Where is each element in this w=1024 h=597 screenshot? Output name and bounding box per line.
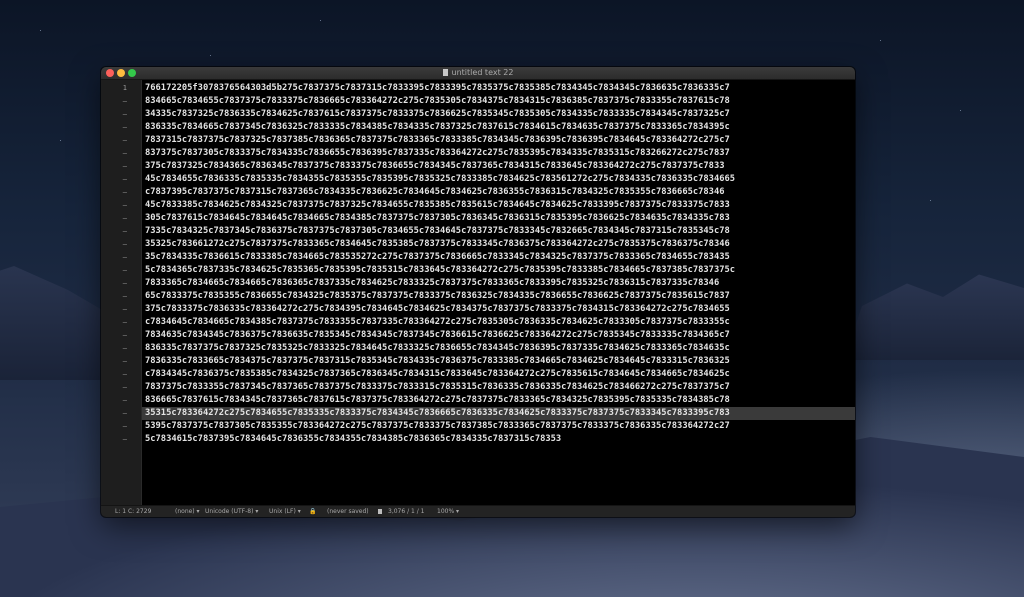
wrap-marker: – xyxy=(122,383,127,391)
editor-line[interactable]: 35c7834335c7836615c7833385c7834665c78353… xyxy=(145,251,735,264)
title-bar[interactable]: untitled text 22 xyxy=(101,67,855,80)
wrap-marker: – xyxy=(122,422,127,430)
line-number: 1 xyxy=(122,84,127,92)
wrap-marker: – xyxy=(122,318,127,326)
wrap-marker: – xyxy=(122,240,127,248)
line-number-gutter: 1 – – – – – – – – – – – – – – – – – – – – – – – – – – – xyxy=(101,80,142,505)
editor-line[interactable]: 837375c7837305c7833375c7834335c7836655c7… xyxy=(145,147,735,160)
editor-line[interactable]: c7834345c7836375c7835385c7834325c7837365… xyxy=(145,368,735,381)
document-text[interactable]: 766172205f3078376564303d5b275c7837375c78… xyxy=(145,82,735,446)
cursor-position[interactable]: L: 1 C: 2729 xyxy=(115,506,151,517)
wrap-marker: – xyxy=(122,110,127,118)
editor-line[interactable]: 34335c7837325c7836335c7834625c7837615c78… xyxy=(145,108,735,121)
editor-line[interactable]: 7834635c7834345c7836375c7836635c7835345c… xyxy=(145,329,735,342)
wrap-marker: – xyxy=(122,396,127,404)
wrap-marker: – xyxy=(122,136,127,144)
window-title: untitled text 22 xyxy=(101,67,855,79)
wrap-marker: – xyxy=(122,357,127,365)
wrap-marker: – xyxy=(122,188,127,196)
wrap-marker: – xyxy=(122,97,127,105)
wrap-marker: – xyxy=(122,201,127,209)
encoding-menu[interactable]: Unicode (UTF-8) ▾ xyxy=(205,506,258,517)
editor-line[interactable]: 5c7834615c7837395c7834645c7836355c783435… xyxy=(145,433,735,446)
editor-line[interactable]: 45c7833385c7834625c7834325c7837375c78373… xyxy=(145,199,735,212)
editor-line[interactable]: 7837375c7833355c7837345c7837365c7837375c… xyxy=(145,381,735,394)
wrap-marker: – xyxy=(122,214,127,222)
editor-line[interactable]: 5395c7837375c7837305c7835355c783364272c2… xyxy=(145,420,735,433)
wrap-marker: – xyxy=(122,279,127,287)
editor-line[interactable]: 35325c783661272c275c7837375c7833365c7834… xyxy=(145,238,735,251)
wrap-marker: – xyxy=(122,305,127,313)
line-endings-menu[interactable]: Unix (LF) ▾ xyxy=(269,506,301,517)
wrap-marker: – xyxy=(122,227,127,235)
wrap-marker: – xyxy=(122,149,127,157)
editor-line[interactable]: 7836335c7833665c7834375c7837375c7837315c… xyxy=(145,355,735,368)
wrap-marker: – xyxy=(122,409,127,417)
editor-window: untitled text 22 1 – – – – – – – – – – – – – – – – – – – – –… xyxy=(101,67,855,517)
editor-line[interactable]: 836335c7837375c7837325c7835325c7833325c7… xyxy=(145,342,735,355)
wrap-marker: – xyxy=(122,435,127,443)
status-bar: L: 1 C: 2729 (none) ▾ Unicode (UTF-8) ▾ … xyxy=(101,505,855,517)
wrap-marker: – xyxy=(122,331,127,339)
wrap-marker: – xyxy=(122,292,127,300)
editor-line[interactable]: 766172205f3078376564303d5b275c7837375c78… xyxy=(145,82,735,95)
editor-line[interactable]: c7837395c7837375c7837315c7837365c7834335… xyxy=(145,186,735,199)
editor-line[interactable]: 65c7833375c7835355c7836655c7834325c78353… xyxy=(145,290,735,303)
window-title-text: untitled text 22 xyxy=(451,68,514,77)
syntax-menu[interactable]: (none) ▾ xyxy=(175,506,200,517)
wrap-marker: – xyxy=(122,344,127,352)
wrap-marker: – xyxy=(122,175,127,183)
editor-line[interactable]: 7335c7834325c7837345c7836375c7837375c783… xyxy=(145,225,735,238)
zoom-menu[interactable]: 100% ▾ xyxy=(437,506,459,517)
editor-line[interactable]: 836335c7834665c7837345c7836325c7833335c7… xyxy=(145,121,735,134)
editor-line[interactable]: 836665c7837615c7834345c7837365c7837615c7… xyxy=(145,394,735,407)
editor-line[interactable]: 7833365c7834665c7834665c7836365c7837335c… xyxy=(145,277,735,290)
editor-line[interactable]: 7837315c7837375c7837325c7837385c7836365c… xyxy=(145,134,735,147)
document-icon xyxy=(442,69,448,76)
wrap-marker: – xyxy=(122,266,127,274)
editor-line[interactable]: 375c7837325c7834365c7836345c7837375c7833… xyxy=(145,160,735,173)
editor-line[interactable]: 375c7833375c7836335c783364272c275c783439… xyxy=(145,303,735,316)
editor-line[interactable]: 834665c7834655c7837375c7833375c7836665c7… xyxy=(145,95,735,108)
wrap-marker: – xyxy=(122,253,127,261)
editor-line[interactable]: 5c7834365c7837335c7834625c7835365c783539… xyxy=(145,264,735,277)
text-editor-area[interactable]: 766172205f3078376564303d5b275c7837375c78… xyxy=(142,80,855,505)
wrap-marker: – xyxy=(122,370,127,378)
editor-line[interactable]: 305c7837615c7834645c7834645c7834665c7834… xyxy=(145,212,735,225)
document-stats-icon xyxy=(378,506,382,517)
wrap-marker: – xyxy=(122,162,127,170)
document-stats[interactable]: 3,076 / 1 / 1 xyxy=(388,506,424,517)
editor-line[interactable]: 45c7834655c7836335c7835335c7834355c78353… xyxy=(145,173,735,186)
editor-line[interactable]: c7834645c7834665c7834385c7837375c7833355… xyxy=(145,316,735,329)
editor-line[interactable]: 35315c783364272c275c7834655c7835335c7833… xyxy=(145,407,735,420)
save-state: (never saved) xyxy=(327,508,369,515)
lock-icon[interactable]: 🔒 xyxy=(309,506,316,517)
wrap-marker: – xyxy=(122,123,127,131)
